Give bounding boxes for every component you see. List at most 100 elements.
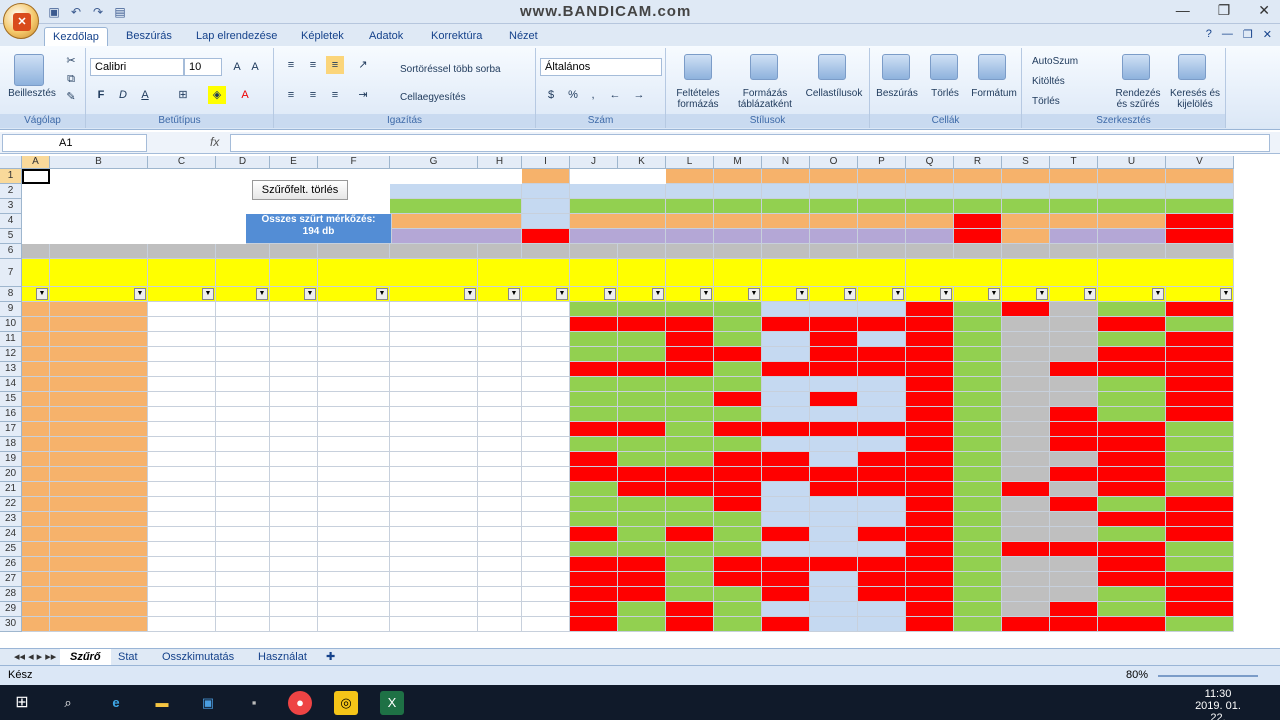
data-cell[interactable] [22,497,50,512]
data-cell[interactable] [390,317,478,332]
filter-header[interactable]: ▼ [666,287,714,302]
column-header-P[interactable]: P [858,156,906,169]
data-cell[interactable] [954,437,1002,452]
data-cell[interactable] [666,512,714,527]
data-cell[interactable] [1166,512,1234,527]
data-cell[interactable] [22,587,50,602]
filter-header[interactable]: ▼ [906,287,954,302]
data-cell[interactable] [858,437,906,452]
data-cell[interactable] [906,302,954,317]
data-cell[interactable] [270,362,318,377]
data-cell[interactable] [270,332,318,347]
data-cell[interactable] [1050,512,1098,527]
font-color-icon[interactable]: A [236,86,254,104]
office-button[interactable]: ✕ [3,3,39,39]
data-cell[interactable] [906,392,954,407]
data-cell[interactable] [216,362,270,377]
data-cell[interactable] [618,392,666,407]
data-cell[interactable] [1050,467,1098,482]
data-cell[interactable] [522,467,570,482]
data-cell[interactable] [1098,452,1166,467]
data-cell[interactable] [714,482,762,497]
filter-header[interactable]: ▼ [954,287,1002,302]
align-right-icon[interactable]: ≡ [326,86,344,104]
copy-icon[interactable]: ⧉ [62,70,80,88]
data-cell[interactable] [22,422,50,437]
select-all-corner[interactable] [0,156,22,169]
data-cell[interactable] [954,572,1002,587]
data-cell[interactable] [810,557,858,572]
data-cell[interactable] [148,557,216,572]
data-cell[interactable] [1098,482,1166,497]
data-cell[interactable] [1002,497,1050,512]
data-cell[interactable] [50,392,148,407]
data-cell[interactable] [270,347,318,362]
column-header-B[interactable]: B [50,156,148,169]
data-cell[interactable] [1050,377,1098,392]
data-cell[interactable] [762,602,810,617]
data-cell[interactable] [858,452,906,467]
font-size-select[interactable]: 10 [184,58,222,76]
data-cell[interactable] [714,392,762,407]
data-cell[interactable] [50,542,148,557]
data-cell[interactable] [858,527,906,542]
data-cell[interactable] [810,317,858,332]
data-cell[interactable] [270,467,318,482]
sort-filter-icon[interactable] [1122,54,1150,80]
data-cell[interactable] [1166,542,1234,557]
data-cell[interactable] [570,347,618,362]
data-cell[interactable] [762,452,810,467]
data-cell[interactable] [22,377,50,392]
cell-styles-icon[interactable] [818,54,846,80]
data-cell[interactable] [1166,587,1234,602]
data-cell[interactable] [318,557,390,572]
data-cell[interactable] [50,572,148,587]
data-cell[interactable] [954,377,1002,392]
data-cell[interactable] [1166,422,1234,437]
data-cell[interactable] [810,482,858,497]
data-cell[interactable] [906,602,954,617]
row-header-23[interactable]: 23 [0,512,22,527]
data-cell[interactable] [478,572,522,587]
column-header-L[interactable]: L [666,156,714,169]
data-cell[interactable] [270,587,318,602]
data-cell[interactable] [1002,587,1050,602]
data-cell[interactable] [906,542,954,557]
data-cell[interactable] [570,542,618,557]
data-cell[interactable] [478,602,522,617]
data-cell[interactable] [714,542,762,557]
data-cell[interactable] [762,527,810,542]
data-cell[interactable] [390,512,478,527]
data-cell[interactable] [478,407,522,422]
find-select-button[interactable]: Keresés és kijelölés [1166,88,1224,110]
column-header-V[interactable]: V [1166,156,1234,169]
data-cell[interactable] [1002,422,1050,437]
data-cell[interactable] [618,587,666,602]
filter-header[interactable]: ▼ [810,287,858,302]
data-cell[interactable] [1098,332,1166,347]
data-cell[interactable] [318,377,390,392]
data-cell[interactable] [570,302,618,317]
row-header-17[interactable]: 17 [0,422,22,437]
row-header-14[interactable]: 14 [0,377,22,392]
data-cell[interactable] [390,347,478,362]
filter-dropdown-icon[interactable]: ▼ [134,288,146,300]
data-cell[interactable] [522,377,570,392]
data-cell[interactable] [216,527,270,542]
data-cell[interactable] [148,317,216,332]
align-bottom-icon[interactable]: ≡ [326,56,344,74]
data-cell[interactable] [148,497,216,512]
data-cell[interactable] [762,572,810,587]
tab-insert[interactable]: Beszúrás [118,27,180,46]
data-cell[interactable] [714,362,762,377]
data-cell[interactable] [148,392,216,407]
data-cell[interactable] [858,422,906,437]
data-cell[interactable] [1166,602,1234,617]
data-cell[interactable] [390,617,478,632]
borders-icon[interactable]: ⊞ [174,86,192,104]
data-cell[interactable] [478,557,522,572]
data-cell[interactable] [666,557,714,572]
data-cell[interactable] [318,602,390,617]
row-header-27[interactable]: 27 [0,572,22,587]
data-cell[interactable] [714,422,762,437]
